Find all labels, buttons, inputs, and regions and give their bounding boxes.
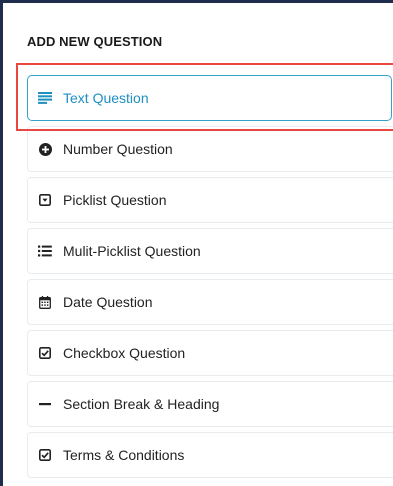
question-type-section-break[interactable]: Section Break & Heading: [27, 381, 393, 427]
question-type-label: Number Question: [63, 141, 173, 157]
question-type-label: Date Question: [63, 294, 153, 310]
question-type-label: Section Break & Heading: [63, 396, 220, 412]
plus-circle-icon: [38, 142, 52, 156]
question-type-number[interactable]: Number Question: [27, 126, 393, 172]
text-lines-icon: [38, 91, 52, 105]
question-type-multi-picklist[interactable]: Mulit-Picklist Question: [27, 228, 393, 274]
question-type-label: Checkbox Question: [63, 345, 186, 361]
question-type-checkbox[interactable]: Checkbox Question: [27, 330, 393, 376]
list-icon: [38, 244, 52, 258]
question-type-label: Mulit-Picklist Question: [63, 243, 201, 259]
question-type-terms[interactable]: Terms & Conditions: [27, 432, 393, 478]
panel-heading: ADD NEW QUESTION: [27, 34, 163, 49]
question-type-label: Terms & Conditions: [63, 447, 185, 463]
calendar-icon: [38, 295, 52, 309]
question-type-date[interactable]: Date Question: [27, 279, 393, 325]
question-type-label: Text Question: [63, 90, 149, 106]
checkbox-icon: [38, 346, 52, 360]
question-type-picklist[interactable]: Picklist Question: [27, 177, 393, 223]
checkbox-icon: [38, 448, 52, 462]
minus-icon: [38, 397, 52, 411]
dropdown-box-icon: [38, 193, 52, 207]
question-type-text[interactable]: Text Question: [27, 75, 392, 121]
question-type-label: Picklist Question: [63, 192, 167, 208]
